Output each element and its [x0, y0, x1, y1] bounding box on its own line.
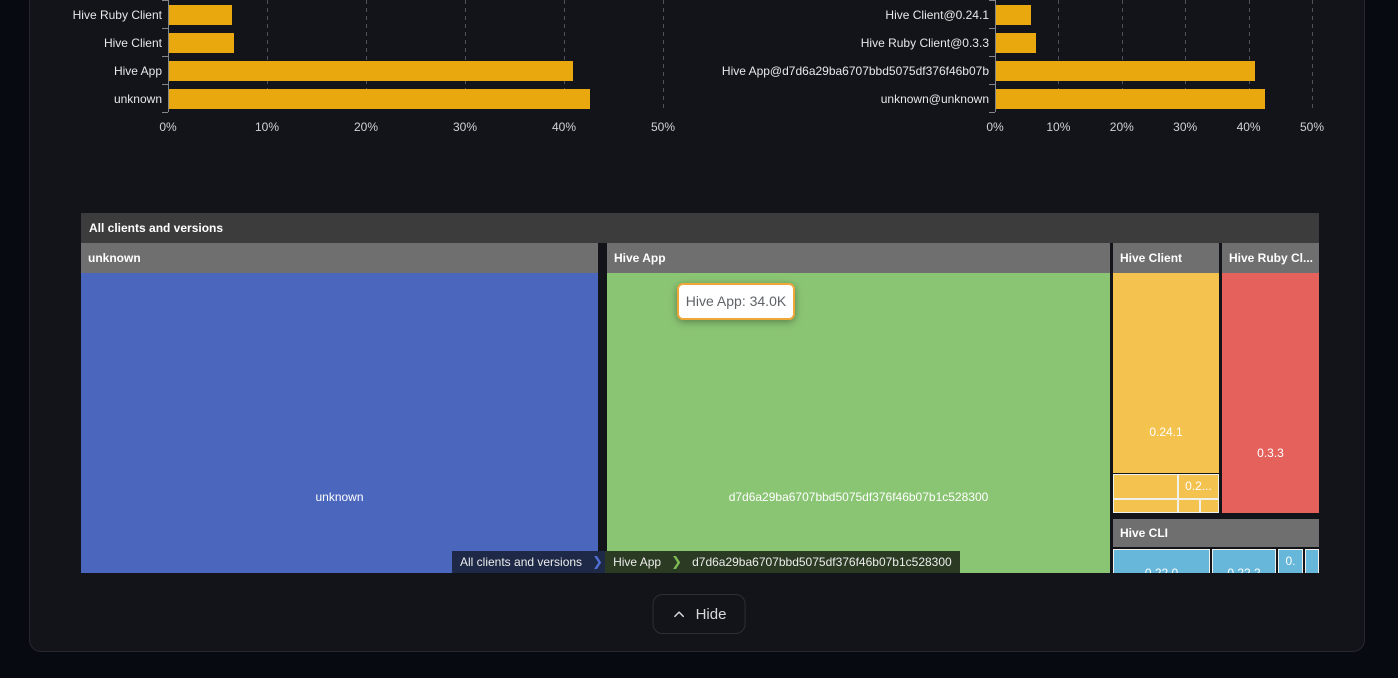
category-label: Hive App@d7d6a29ba6707bbd5075df376f46b07…: [700, 60, 989, 82]
axis-tick: [989, 0, 995, 1]
x-tick-label: 30%: [443, 120, 487, 134]
category-label: Hive Client: [20, 32, 162, 54]
axis-tick: [162, 0, 168, 1]
treemap-leaf-label: d7d6a29ba6707bbd5075df376f46b07b1c528300: [607, 490, 1110, 504]
treemap-leaf-label: 0.3.3: [1222, 446, 1319, 460]
breadcrumb-label: Hive App: [605, 551, 669, 573]
chevron-up-icon: [672, 607, 687, 622]
chevron-right-icon: ❯: [590, 551, 605, 573]
client-version-usage-bar-chart: 0% 10% 20% 30% 40% 50% Hive Client@0.24.1 Hive …: [700, 0, 1380, 140]
breadcrumb-label: All clients and versions: [452, 551, 590, 573]
treemap-leaf-unknown[interactable]: unknown: [81, 273, 598, 573]
category-label: unknown: [20, 88, 162, 110]
axis-tick: [989, 28, 995, 29]
category-label: Hive Ruby Client@0.3.3: [700, 32, 989, 54]
client-usage-bar-chart: 0%10%20%30%40%50%Hive Ruby ClientHive Cl…: [20, 0, 680, 140]
gridline: [663, 0, 664, 112]
treemap-leaf-label: 0.24.1: [1113, 425, 1219, 439]
axis-tick: [989, 84, 995, 85]
bar-hive-app[interactable]: [169, 61, 573, 81]
axis-tick: [162, 56, 168, 57]
axis-tick: [162, 112, 168, 113]
treemap-breadcrumb: All clients and versions ❯ Hive App ❯ d7…: [452, 551, 960, 573]
axis-tick: [989, 56, 995, 57]
breadcrumb-item-hash[interactable]: d7d6a29ba6707bbd5075df376f46b07b1c528300: [684, 551, 960, 573]
bar-hive-ruby-client[interactable]: [169, 5, 232, 25]
treemap-root-header[interactable]: All clients and versions: [81, 213, 1319, 243]
x-tick-label: 20%: [1100, 120, 1144, 134]
breadcrumb-label: d7d6a29ba6707bbd5075df376f46b07b1c528300: [684, 551, 960, 573]
treemap-leaf-label: unknown: [81, 490, 598, 504]
bar-unknown-unknown[interactable]: [996, 89, 1265, 109]
bar-hive-client[interactable]: [169, 33, 234, 53]
hide-button[interactable]: Hide: [653, 594, 746, 634]
treemap-leaf-hive-client-minor[interactable]: [1200, 499, 1219, 513]
axis-tick: [989, 112, 995, 113]
treemap-tooltip: Hive App: 34.0K: [677, 283, 795, 320]
treemap-section-header-hive-client[interactable]: Hive Client: [1113, 243, 1219, 273]
axis-tick: [162, 28, 168, 29]
x-tick-label: 10%: [1036, 120, 1080, 134]
x-tick-label: 0%: [146, 120, 190, 134]
x-tick-label: 20%: [344, 120, 388, 134]
bar-unknown[interactable]: [169, 89, 590, 109]
x-tick-label: 50%: [641, 120, 685, 134]
bar-hive-app-d7d6a29ba6707bbd5075df376f46b07b[interactable]: [996, 61, 1255, 81]
treemap-leaf-label: 0.2...: [1179, 479, 1218, 493]
treemap-leaf-hive-client-minor[interactable]: [1178, 499, 1200, 513]
treemap-section-header-hive-app[interactable]: Hive App: [607, 243, 1110, 273]
category-label: unknown@unknown: [700, 88, 989, 110]
treemap-leaf-hive-ruby-0-3-3[interactable]: 0.3.3: [1222, 273, 1319, 513]
treemap-leaf-hive-client-minor[interactable]: [1113, 474, 1178, 499]
treemap-leaf-hive-cli-version[interactable]: 0.: [1278, 549, 1303, 573]
treemap-leaf-label: 0.22.0: [1114, 566, 1209, 573]
bar-hive-client-0-24-1[interactable]: [996, 5, 1031, 25]
bar-hive-ruby-client-0-3-3[interactable]: [996, 33, 1036, 53]
treemap-leaf-label: 0.22.2: [1213, 566, 1275, 573]
x-tick-label: 40%: [542, 120, 586, 134]
x-tick-label: 0%: [973, 120, 1017, 134]
breadcrumb-item-root[interactable]: All clients and versions ❯: [452, 551, 605, 573]
treemap-section-header-unknown[interactable]: unknown: [81, 243, 598, 273]
treemap-leaf-hive-cli-version[interactable]: 0.22.0: [1113, 549, 1210, 573]
treemap-leaf-hive-cli-version[interactable]: [1305, 549, 1319, 573]
hide-button-label: Hide: [696, 606, 727, 623]
x-tick-label: 30%: [1163, 120, 1207, 134]
breadcrumb-item-hive-app[interactable]: Hive App ❯: [605, 551, 684, 573]
axis-tick: [162, 84, 168, 85]
treemap-leaf-hive-client-0-24-1[interactable]: 0.24.1: [1113, 273, 1219, 473]
x-tick-label: 40%: [1227, 120, 1271, 134]
treemap-section-header-hive-cli[interactable]: Hive CLI: [1113, 519, 1319, 547]
category-label: Hive App: [20, 60, 162, 82]
treemap-leaf-hive-client-minor[interactable]: [1113, 499, 1178, 513]
treemap-leaf-label: 0.: [1279, 554, 1302, 568]
treemap-leaf-hive-client-minor[interactable]: 0.2...: [1178, 474, 1219, 499]
treemap-section-header-hive-ruby-client[interactable]: Hive Ruby Cl...: [1222, 243, 1319, 273]
category-label: Hive Client@0.24.1: [700, 4, 989, 26]
treemap-leaf-hive-cli-version[interactable]: 0.22.2: [1212, 549, 1276, 573]
clients-versions-treemap: All clients and versions unknown unknown…: [81, 213, 1319, 573]
x-tick-label: 50%: [1290, 120, 1334, 134]
gridline: [1312, 0, 1313, 112]
chevron-right-icon: ❯: [669, 551, 684, 573]
x-tick-label: 10%: [245, 120, 289, 134]
category-label: Hive Ruby Client: [20, 4, 162, 26]
